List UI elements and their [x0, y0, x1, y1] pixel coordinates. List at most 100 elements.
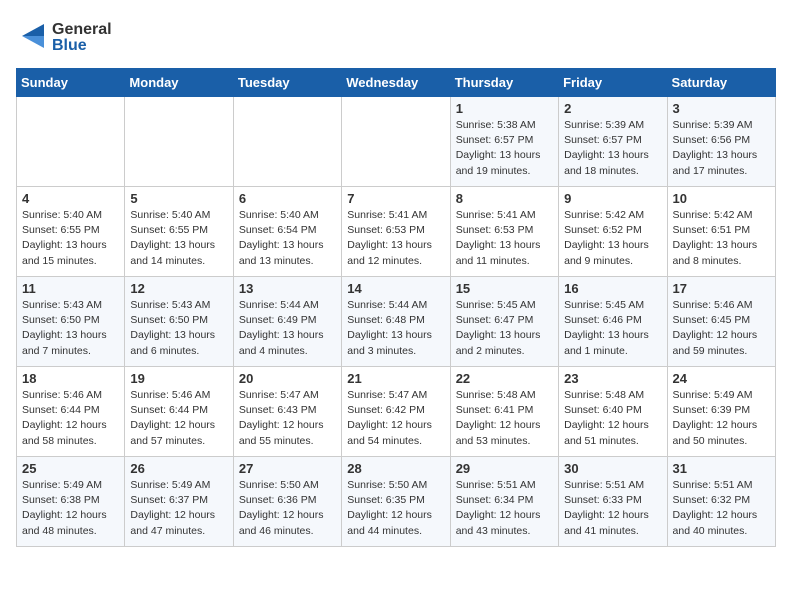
day-info: Sunrise: 5:41 AM Sunset: 6:53 PM Dayligh… [456, 208, 553, 269]
logo-svg: GeneralBlue [16, 16, 126, 56]
day-info: Sunrise: 5:46 AM Sunset: 6:44 PM Dayligh… [22, 388, 119, 449]
calendar-cell: 20 Sunrise: 5:47 AM Sunset: 6:43 PM Dayli… [233, 367, 341, 457]
calendar-cell: 7 Sunrise: 5:41 AM Sunset: 6:53 PM Daylig… [342, 187, 450, 277]
calendar-cell: 6 Sunrise: 5:40 AM Sunset: 6:54 PM Daylig… [233, 187, 341, 277]
day-number: 18 [22, 371, 119, 386]
day-info: Sunrise: 5:50 AM Sunset: 6:36 PM Dayligh… [239, 478, 336, 539]
calendar-cell: 19 Sunrise: 5:46 AM Sunset: 6:44 PM Dayli… [125, 367, 233, 457]
calendar-week-5: 25Sunrise: 5:49 AM Sunset: 6:38 PM Dayli… [17, 457, 776, 547]
weekday-header-thursday: Thursday [450, 69, 558, 97]
day-number: 1 [456, 101, 553, 116]
calendar-cell: 18 Sunrise: 5:46 AM Sunset: 6:44 PM Dayli… [17, 367, 125, 457]
weekday-header-row: SundayMondayTuesdayWednesdayThursdayFrid… [17, 69, 776, 97]
calendar-cell: 31Sunrise: 5:51 AM Sunset: 6:32 PM Dayli… [667, 457, 775, 547]
day-number: 31 [673, 461, 770, 476]
calendar-week-1: 1 Sunrise: 5:38 AM Sunset: 6:57 PM Daylig… [17, 97, 776, 187]
calendar-table: SundayMondayTuesdayWednesdayThursdayFrid… [16, 68, 776, 547]
day-number: 11 [22, 281, 119, 296]
day-info: Sunrise: 5:47 AM Sunset: 6:42 PM Dayligh… [347, 388, 444, 449]
day-number: 17 [673, 281, 770, 296]
day-info: Sunrise: 5:44 AM Sunset: 6:48 PM Dayligh… [347, 298, 444, 359]
day-number: 24 [673, 371, 770, 386]
day-info: Sunrise: 5:46 AM Sunset: 6:44 PM Dayligh… [130, 388, 227, 449]
day-number: 16 [564, 281, 661, 296]
calendar-cell: 8 Sunrise: 5:41 AM Sunset: 6:53 PM Daylig… [450, 187, 558, 277]
day-info: Sunrise: 5:47 AM Sunset: 6:43 PM Dayligh… [239, 388, 336, 449]
calendar-cell [125, 97, 233, 187]
day-number: 14 [347, 281, 444, 296]
calendar-week-4: 18 Sunrise: 5:46 AM Sunset: 6:44 PM Dayli… [17, 367, 776, 457]
day-number: 10 [673, 191, 770, 206]
calendar-cell: 1 Sunrise: 5:38 AM Sunset: 6:57 PM Daylig… [450, 97, 558, 187]
day-number: 5 [130, 191, 227, 206]
day-info: Sunrise: 5:46 AM Sunset: 6:45 PM Dayligh… [673, 298, 770, 359]
day-number: 28 [347, 461, 444, 476]
calendar-week-2: 4 Sunrise: 5:40 AM Sunset: 6:55 PM Daylig… [17, 187, 776, 277]
calendar-cell: 16 Sunrise: 5:45 AM Sunset: 6:46 PM Dayli… [559, 277, 667, 367]
day-info: Sunrise: 5:49 AM Sunset: 6:37 PM Dayligh… [130, 478, 227, 539]
calendar-cell: 23 Sunrise: 5:48 AM Sunset: 6:40 PM Dayli… [559, 367, 667, 457]
day-number: 22 [456, 371, 553, 386]
day-info: Sunrise: 5:40 AM Sunset: 6:55 PM Dayligh… [130, 208, 227, 269]
weekday-header-friday: Friday [559, 69, 667, 97]
day-info: Sunrise: 5:41 AM Sunset: 6:53 PM Dayligh… [347, 208, 444, 269]
svg-text:General: General [52, 21, 112, 38]
day-info: Sunrise: 5:38 AM Sunset: 6:57 PM Dayligh… [456, 118, 553, 179]
day-info: Sunrise: 5:42 AM Sunset: 6:52 PM Dayligh… [564, 208, 661, 269]
day-number: 9 [564, 191, 661, 206]
logo: GeneralBlue [16, 16, 126, 56]
day-info: Sunrise: 5:45 AM Sunset: 6:47 PM Dayligh… [456, 298, 553, 359]
day-info: Sunrise: 5:39 AM Sunset: 6:57 PM Dayligh… [564, 118, 661, 179]
calendar-cell: 22 Sunrise: 5:48 AM Sunset: 6:41 PM Dayli… [450, 367, 558, 457]
day-number: 3 [673, 101, 770, 116]
day-info: Sunrise: 5:43 AM Sunset: 6:50 PM Dayligh… [22, 298, 119, 359]
day-number: 23 [564, 371, 661, 386]
day-info: Sunrise: 5:51 AM Sunset: 6:34 PM Dayligh… [456, 478, 553, 539]
day-number: 6 [239, 191, 336, 206]
calendar-cell: 9 Sunrise: 5:42 AM Sunset: 6:52 PM Daylig… [559, 187, 667, 277]
weekday-header-saturday: Saturday [667, 69, 775, 97]
weekday-header-monday: Monday [125, 69, 233, 97]
day-number: 2 [564, 101, 661, 116]
day-info: Sunrise: 5:39 AM Sunset: 6:56 PM Dayligh… [673, 118, 770, 179]
day-number: 4 [22, 191, 119, 206]
calendar-cell [233, 97, 341, 187]
day-info: Sunrise: 5:48 AM Sunset: 6:41 PM Dayligh… [456, 388, 553, 449]
calendar-cell [342, 97, 450, 187]
calendar-cell: 11 Sunrise: 5:43 AM Sunset: 6:50 PM Dayli… [17, 277, 125, 367]
day-info: Sunrise: 5:43 AM Sunset: 6:50 PM Dayligh… [130, 298, 227, 359]
weekday-header-sunday: Sunday [17, 69, 125, 97]
calendar-cell: 21 Sunrise: 5:47 AM Sunset: 6:42 PM Dayli… [342, 367, 450, 457]
calendar-cell: 5 Sunrise: 5:40 AM Sunset: 6:55 PM Daylig… [125, 187, 233, 277]
day-number: 30 [564, 461, 661, 476]
day-number: 8 [456, 191, 553, 206]
day-info: Sunrise: 5:45 AM Sunset: 6:46 PM Dayligh… [564, 298, 661, 359]
day-info: Sunrise: 5:40 AM Sunset: 6:54 PM Dayligh… [239, 208, 336, 269]
day-info: Sunrise: 5:40 AM Sunset: 6:55 PM Dayligh… [22, 208, 119, 269]
day-number: 19 [130, 371, 227, 386]
calendar-cell: 14 Sunrise: 5:44 AM Sunset: 6:48 PM Dayli… [342, 277, 450, 367]
calendar-cell: 13Sunrise: 5:44 AM Sunset: 6:49 PM Dayli… [233, 277, 341, 367]
day-number: 13 [239, 281, 336, 296]
day-info: Sunrise: 5:49 AM Sunset: 6:38 PM Dayligh… [22, 478, 119, 539]
calendar-cell: 15 Sunrise: 5:45 AM Sunset: 6:47 PM Dayli… [450, 277, 558, 367]
day-number: 15 [456, 281, 553, 296]
day-info: Sunrise: 5:49 AM Sunset: 6:39 PM Dayligh… [673, 388, 770, 449]
calendar-cell: 25Sunrise: 5:49 AM Sunset: 6:38 PM Dayli… [17, 457, 125, 547]
day-number: 27 [239, 461, 336, 476]
day-number: 21 [347, 371, 444, 386]
weekday-header-tuesday: Tuesday [233, 69, 341, 97]
day-number: 26 [130, 461, 227, 476]
calendar-cell: 3 Sunrise: 5:39 AM Sunset: 6:56 PM Daylig… [667, 97, 775, 187]
calendar-cell: 12Sunrise: 5:43 AM Sunset: 6:50 PM Dayli… [125, 277, 233, 367]
weekday-header-wednesday: Wednesday [342, 69, 450, 97]
day-info: Sunrise: 5:48 AM Sunset: 6:40 PM Dayligh… [564, 388, 661, 449]
svg-text:Blue: Blue [52, 37, 87, 54]
day-number: 7 [347, 191, 444, 206]
page-header: GeneralBlue [16, 16, 776, 56]
day-number: 20 [239, 371, 336, 386]
calendar-cell: 29Sunrise: 5:51 AM Sunset: 6:34 PM Dayli… [450, 457, 558, 547]
calendar-cell: 28Sunrise: 5:50 AM Sunset: 6:35 PM Dayli… [342, 457, 450, 547]
calendar-cell: 30Sunrise: 5:51 AM Sunset: 6:33 PM Dayli… [559, 457, 667, 547]
calendar-cell: 27 Sunrise: 5:50 AM Sunset: 6:36 PM Dayli… [233, 457, 341, 547]
